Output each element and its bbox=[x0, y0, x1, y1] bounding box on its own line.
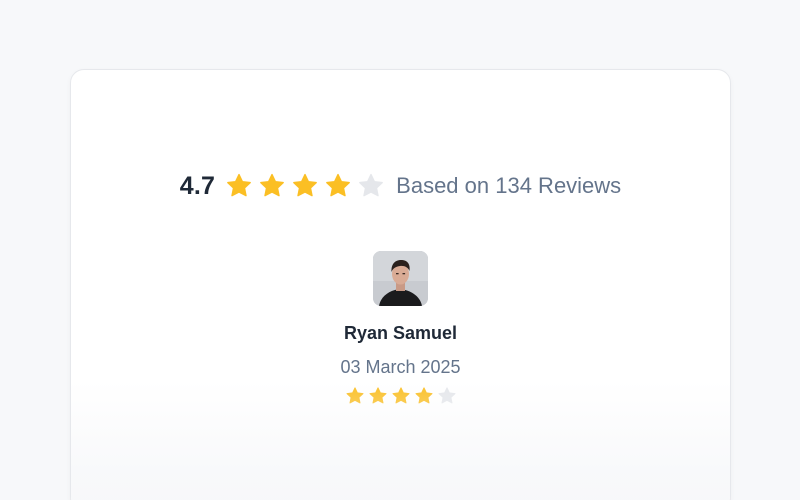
average-rating: 4.7 bbox=[179, 171, 216, 200]
review-filled-star-icon bbox=[345, 386, 365, 406]
summary-empty-star-icon bbox=[357, 172, 385, 200]
review-filled-star-icon bbox=[414, 386, 434, 406]
review-count-text: Based on 134 Reviews bbox=[396, 173, 622, 198]
avatar bbox=[373, 251, 428, 306]
review-star-rating bbox=[343, 386, 458, 406]
rating-summary: 4.7 Based on 134 Reviews bbox=[71, 168, 730, 204]
review-filled-star-icon bbox=[391, 386, 411, 406]
review-item: Ryan Samuel 03 March 2025 bbox=[71, 251, 730, 406]
review-date: 03 March 2025 bbox=[340, 357, 461, 377]
summary-filled-star-icon bbox=[324, 172, 352, 200]
reviewer-name: Ryan Samuel bbox=[343, 323, 458, 343]
page: 4.7 Based on 134 Reviews Ryan Samuel 03 … bbox=[0, 0, 800, 500]
summary-filled-star-icon bbox=[291, 172, 319, 200]
summary-filled-star-icon bbox=[225, 172, 253, 200]
summary-star-rating bbox=[225, 172, 390, 200]
review-card: 4.7 Based on 134 Reviews Ryan Samuel 03 … bbox=[70, 69, 731, 500]
review-filled-star-icon bbox=[368, 386, 388, 406]
avatar-photo-icon bbox=[373, 251, 428, 306]
summary-filled-star-icon bbox=[258, 172, 286, 200]
review-empty-star-icon bbox=[437, 386, 457, 406]
